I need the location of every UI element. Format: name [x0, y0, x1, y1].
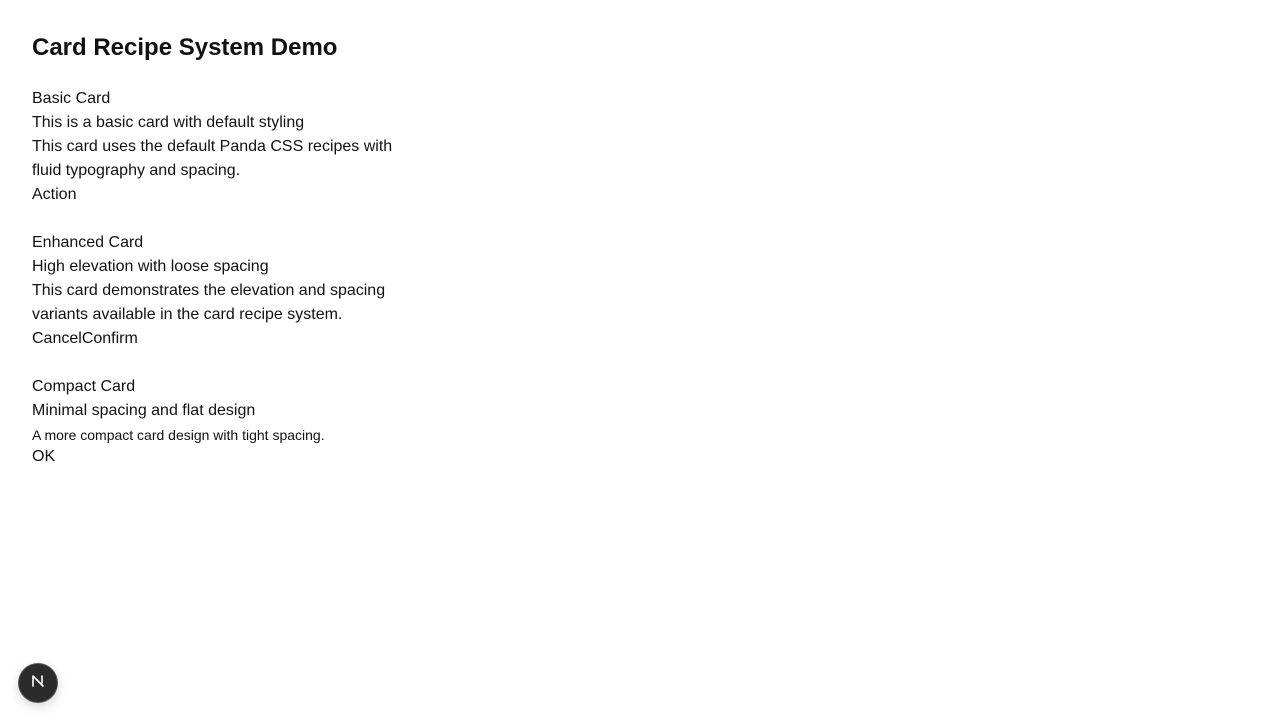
nextjs-logo-icon — [29, 672, 47, 695]
card-actions: Cancel Confirm — [32, 327, 412, 351]
action-button[interactable]: Action — [32, 183, 76, 207]
enhanced-card: Enhanced Card High elevation with loose … — [32, 231, 412, 351]
nextjs-dev-badge[interactable] — [19, 664, 57, 702]
card-title: Compact Card — [32, 378, 136, 395]
main-content: Card Recipe System Demo Basic Card This … — [32, 30, 412, 469]
card-list: Basic Card This is a basic card with def… — [32, 87, 412, 469]
card-title: Basic Card — [32, 90, 111, 107]
card-subtitle: This is a basic card with default stylin… — [32, 114, 305, 131]
card-actions: OK — [32, 445, 412, 469]
card-actions: Action — [32, 183, 412, 207]
card-body: This card demonstrates the elevation and… — [32, 282, 386, 323]
compact-card: Compact Card Minimal spacing and flat de… — [32, 375, 412, 469]
ok-button[interactable]: OK — [32, 445, 55, 469]
page: Card Recipe System Demo Basic Card This … — [0, 0, 1280, 720]
cancel-button[interactable]: Cancel — [32, 327, 82, 351]
card-title: Enhanced Card — [32, 234, 144, 251]
confirm-button[interactable]: Confirm — [82, 327, 138, 351]
card-body: A more compact card design with tight sp… — [32, 427, 325, 443]
card-subtitle: High elevation with loose spacing — [32, 258, 269, 275]
basic-card: Basic Card This is a basic card with def… — [32, 87, 412, 207]
card-body: This card uses the default Panda CSS rec… — [32, 138, 393, 179]
page-title: Card Recipe System Demo — [32, 34, 338, 61]
card-subtitle: Minimal spacing and flat design — [32, 402, 256, 419]
